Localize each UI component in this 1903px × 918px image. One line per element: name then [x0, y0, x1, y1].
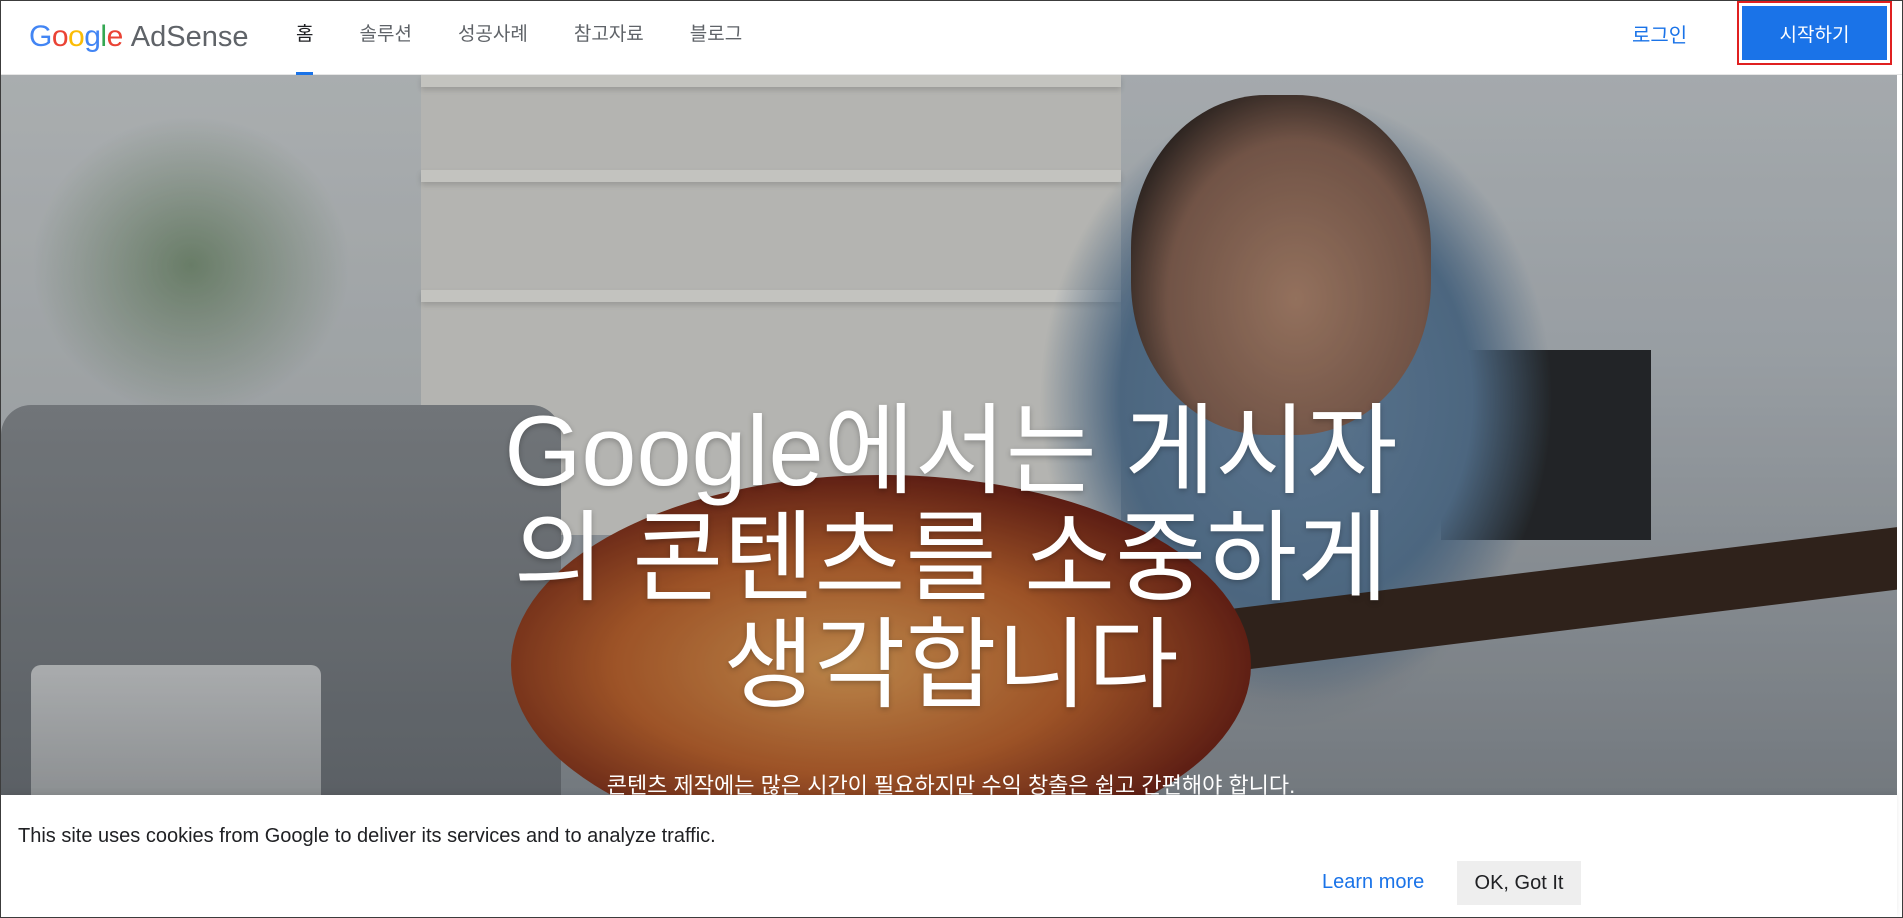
hero-section: Google에서는 게시자 의 콘텐츠를 소중하게 생각합니다 콘텐츠 제작에는… [1, 75, 1897, 795]
learn-more-link[interactable]: Learn more [1310, 862, 1436, 902]
hero-title: Google에서는 게시자 의 콘텐츠를 소중하게 생각합니다 [441, 397, 1461, 718]
nav-item-success-stories[interactable]: 성공사례 [435, 0, 551, 75]
cookie-consent-bar: This site uses cookies from Google to de… [1, 795, 1897, 917]
start-button-highlight: 시작하기 [1737, 1, 1892, 65]
nav-item-home[interactable]: 홈 [273, 0, 336, 75]
hero-title-line: 의 콘텐츠를 소중하게 [513, 502, 1389, 613]
top-navigation-bar: Google AdSense 홈 솔루션 성공사례 참고자료 블로그 로그인 시… [0, 0, 1903, 75]
ok-got-it-button[interactable]: OK, Got It [1457, 861, 1581, 905]
hero-subtitle: 콘텐츠 제작에는 많은 시간이 필요하지만 수익 창출은 쉽고 간편해야 합니다… [606, 773, 1296, 795]
login-link[interactable]: 로그인 [1620, 18, 1699, 54]
nav-item-resources[interactable]: 참고자료 [551, 0, 667, 75]
hero-title-line: Google에서는 게시자 [504, 395, 1398, 506]
google-wordmark: Google [29, 20, 123, 53]
main-nav: 홈 솔루션 성공사례 참고자료 블로그 [273, 0, 765, 75]
nav-item-blog[interactable]: 블로그 [667, 0, 765, 75]
google-adsense-logo[interactable]: Google AdSense [29, 19, 248, 55]
get-started-button[interactable]: 시작하기 [1742, 6, 1887, 60]
cookie-message: This site uses cookies from Google to de… [18, 825, 716, 847]
hero-title-line: 생각합니다 [723, 609, 1179, 720]
product-name: AdSense [130, 20, 249, 53]
nav-item-solutions[interactable]: 솔루션 [336, 0, 434, 75]
